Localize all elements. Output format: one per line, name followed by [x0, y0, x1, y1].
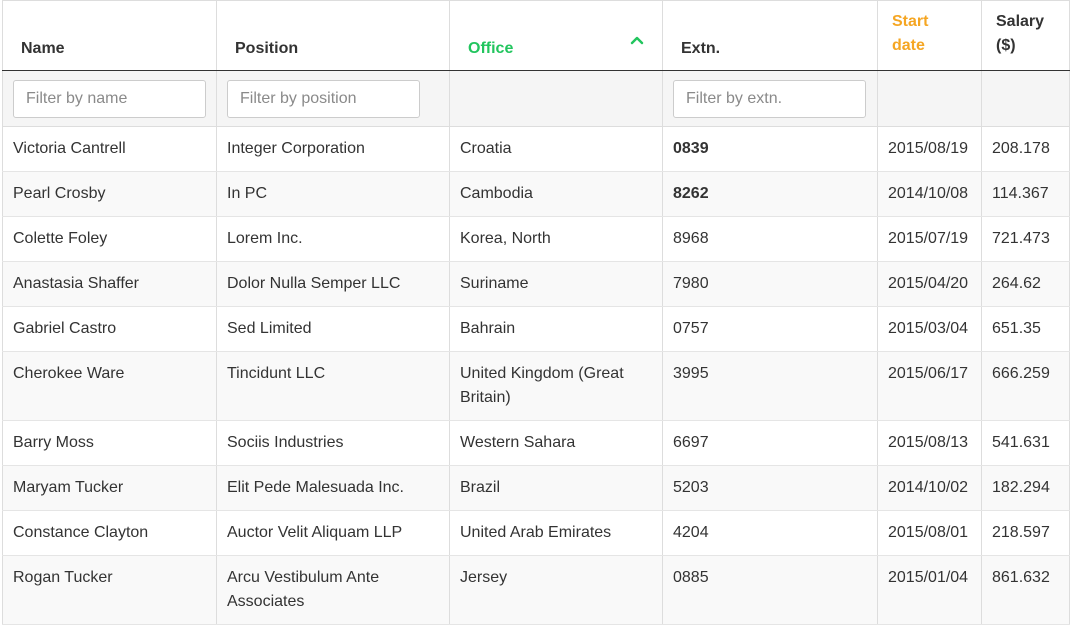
cell-salary: 666.259	[981, 351, 1070, 421]
name-filter-input[interactable]	[13, 79, 206, 118]
column-header-extn[interactable]: Extn.	[662, 0, 878, 71]
cell-position: Auctor Velit Aliquam LLP	[216, 510, 450, 556]
cell-salary: 208.178	[981, 126, 1070, 172]
cell-salary: 651.35	[981, 306, 1070, 352]
data-table-container: Name Position Office Extn. Start date Sa…	[2, 0, 1070, 625]
column-header-name[interactable]: Name	[2, 0, 217, 71]
cell-start: 2015/06/17	[877, 351, 982, 421]
cell-extn: 7980	[662, 261, 878, 307]
column-header-start-date-label-line1: Start	[892, 13, 929, 30]
cell-start: 2014/10/02	[877, 465, 982, 511]
cell-salary: 861.632	[981, 555, 1070, 625]
column-header-salary-label-line2: ($)	[996, 37, 1016, 54]
cell-name: Colette Foley	[2, 216, 217, 262]
filter-cell-salary	[981, 70, 1070, 127]
table-row[interactable]: Barry Moss Sociis Industries Western Sahar…	[2, 420, 1070, 466]
filter-cell-position	[216, 70, 450, 127]
cell-office: Brazil	[449, 465, 663, 511]
filter-cell-office	[449, 70, 663, 127]
cell-salary: 264.62	[981, 261, 1070, 307]
cell-name: Rogan Tucker	[2, 555, 217, 625]
table-row[interactable]: Constance Clayton Auctor Velit Aliquam LL…	[2, 510, 1070, 556]
column-header-position[interactable]: Position	[216, 0, 450, 71]
cell-extn: 0839	[662, 126, 878, 172]
cell-salary: 721.473	[981, 216, 1070, 262]
cell-name: Maryam Tucker	[2, 465, 217, 511]
extn-filter-input[interactable]	[673, 79, 866, 118]
column-header-name-label: Name	[21, 40, 65, 57]
position-filter-input[interactable]	[227, 79, 420, 118]
cell-position: Lorem Inc.	[216, 216, 450, 262]
table-row[interactable]: Cherokee Ware Tincidunt LLC United Kingdom…	[2, 351, 1070, 421]
table-row[interactable]: Anastasia Shaffer Dolor Nulla Semper LLC S…	[2, 261, 1070, 307]
cell-salary: 114.367	[981, 171, 1070, 217]
table-body: Victoria Cantrell Integer Corporation Croa…	[2, 126, 1070, 625]
cell-position: Sed Limited	[216, 306, 450, 352]
cell-name: Barry Moss	[2, 420, 217, 466]
cell-name: Cherokee Ware	[2, 351, 217, 421]
cell-position: In PC	[216, 171, 450, 217]
filter-cell-extn	[662, 70, 878, 127]
cell-start: 2015/08/01	[877, 510, 982, 556]
cell-office: Jersey	[449, 555, 663, 625]
cell-position: Sociis Industries	[216, 420, 450, 466]
cell-office: Korea, North	[449, 216, 663, 262]
table-row[interactable]: Pearl Crosby In PC Cambodia 8262 2014/10/08 1…	[2, 171, 1070, 217]
column-header-start-date[interactable]: Start date	[877, 0, 982, 71]
cell-start: 2015/08/19	[877, 126, 982, 172]
cell-extn: 8262	[662, 171, 878, 217]
filter-cell-start-date	[877, 70, 982, 127]
table-row[interactable]: Victoria Cantrell Integer Corporation Croa…	[2, 126, 1070, 172]
column-header-extn-label: Extn.	[681, 40, 721, 57]
table-row[interactable]: Rogan Tucker Arcu Vestibulum Ante Associa…	[2, 555, 1070, 625]
header-row: Name Position Office Extn. Start date Sa…	[2, 0, 1070, 71]
cell-position: Tincidunt LLC	[216, 351, 450, 421]
cell-name: Pearl Crosby	[2, 171, 217, 217]
cell-salary: 541.631	[981, 420, 1070, 466]
cell-start: 2015/01/04	[877, 555, 982, 625]
cell-name: Anastasia Shaffer	[2, 261, 217, 307]
cell-start: 2015/08/13	[877, 420, 982, 466]
employees-table: Name Position Office Extn. Start date Sa…	[2, 0, 1070, 625]
cell-name: Gabriel Castro	[2, 306, 217, 352]
cell-extn: 0757	[662, 306, 878, 352]
column-header-salary[interactable]: Salary ($)	[981, 0, 1070, 71]
cell-office: United Arab Emirates	[449, 510, 663, 556]
column-header-office[interactable]: Office	[449, 0, 663, 71]
table-row[interactable]: Maryam Tucker Elit Pede Malesuada Inc. Bra…	[2, 465, 1070, 511]
cell-position: Elit Pede Malesuada Inc.	[216, 465, 450, 511]
cell-extn: 5203	[662, 465, 878, 511]
column-header-start-date-label-line2: date	[892, 37, 925, 54]
cell-office: Cambodia	[449, 171, 663, 217]
cell-office: Croatia	[449, 126, 663, 172]
column-header-office-label: Office	[468, 40, 514, 57]
cell-position: Dolor Nulla Semper LLC	[216, 261, 450, 307]
cell-start: 2015/07/19	[877, 216, 982, 262]
cell-salary: 218.597	[981, 510, 1070, 556]
cell-salary: 182.294	[981, 465, 1070, 511]
cell-extn: 0885	[662, 555, 878, 625]
table-row[interactable]: Gabriel Castro Sed Limited Bahrain 0757 2015…	[2, 306, 1070, 352]
cell-office: Western Sahara	[449, 420, 663, 466]
cell-name: Constance Clayton	[2, 510, 217, 556]
cell-office: Bahrain	[449, 306, 663, 352]
table-row[interactable]: Colette Foley Lorem Inc. Korea, North 8968 2…	[2, 216, 1070, 262]
cell-office: Suriname	[449, 261, 663, 307]
cell-position: Integer Corporation	[216, 126, 450, 172]
cell-extn: 6697	[662, 420, 878, 466]
chevron-up-icon	[630, 36, 644, 45]
cell-position: Arcu Vestibulum Ante Associates	[216, 555, 450, 625]
column-header-position-label: Position	[235, 40, 299, 57]
cell-start: 2015/03/04	[877, 306, 982, 352]
cell-extn: 8968	[662, 216, 878, 262]
cell-start: 2015/04/20	[877, 261, 982, 307]
cell-extn: 4204	[662, 510, 878, 556]
filter-row	[2, 70, 1070, 127]
cell-start: 2014/10/08	[877, 171, 982, 217]
cell-name: Victoria Cantrell	[2, 126, 217, 172]
filter-cell-name	[2, 70, 217, 127]
cell-office: United Kingdom (Great Britain)	[449, 351, 663, 421]
cell-extn: 3995	[662, 351, 878, 421]
column-header-salary-label-line1: Salary	[996, 13, 1045, 30]
